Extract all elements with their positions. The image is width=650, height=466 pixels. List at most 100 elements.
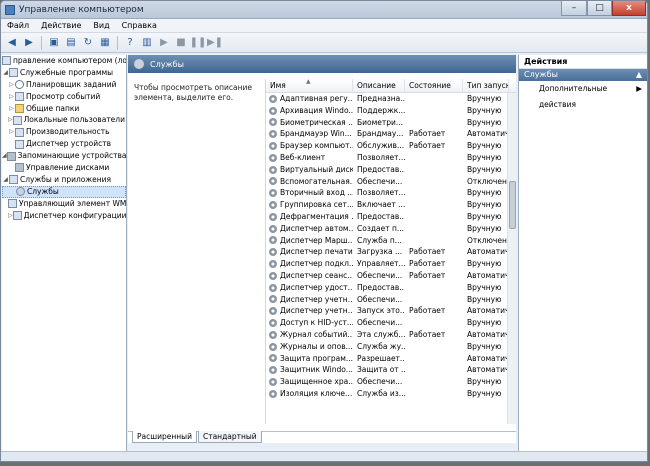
table-row[interactable]: Биометрическая ... Биометри... Вручную <box>266 117 516 129</box>
table-row[interactable]: Защита програм... Разрешает... Автоматичес… <box>266 353 516 365</box>
menu-item[interactable]: Вид <box>87 21 115 30</box>
cell-text: Служба из... <box>357 388 405 398</box>
table-row[interactable]: Диспетчер Марш... Служба п... Отключена <box>266 235 516 247</box>
service-gear-icon <box>269 130 277 139</box>
table-row[interactable]: Журнал событий... Эта служб... Работает Авт… <box>266 329 516 341</box>
table-cell <box>405 388 463 400</box>
tree-item[interactable]: Диспетчер устройств <box>2 138 126 150</box>
tree-item[interactable]: ▷ Локальные пользователи и <box>2 114 126 126</box>
up-folder-icon[interactable]: ▣ <box>47 36 61 50</box>
tree-item[interactable]: ◢ Запоминающие устройства <box>2 150 126 162</box>
actions-group-services[interactable]: Службы ▲ <box>519 69 647 81</box>
restart-service-icon[interactable]: ▶❚ <box>207 36 223 50</box>
start-service-icon[interactable]: ▶ <box>157 36 171 50</box>
column-header[interactable]: Тип запуска <box>463 79 509 93</box>
cell-text: Вручную <box>467 105 502 115</box>
table-row[interactable]: Диспетчер удост... Предостав... Вручную <box>266 282 516 294</box>
table-row[interactable]: Группировка сет... Включает ... Вручную <box>266 199 516 211</box>
table-cell: Браузер компьют... <box>266 140 353 152</box>
table-row[interactable]: Адаптивная регу... Предназна... Вручную <box>266 93 516 105</box>
table-row[interactable]: Диспетчер автом... Создает п... Вручную <box>266 223 516 235</box>
cell-text: Адаптивная регу... <box>280 94 353 103</box>
expand-arrow-icon[interactable]: ▷ <box>8 79 15 91</box>
cell-text: Автоматически <box>467 329 509 339</box>
tree-item[interactable]: Управляющий элемент WM <box>2 198 126 210</box>
table-cell <box>405 164 463 176</box>
tree-item[interactable]: ▷ Планировщик заданий <box>2 79 126 91</box>
table-row[interactable]: Журналы и опов... Служба жу... Вручную <box>266 341 516 353</box>
table-row[interactable]: Диспетчер учетн... Запуск это... Работает А… <box>266 305 516 317</box>
back-arrow-icon[interactable]: ◀ <box>5 36 19 50</box>
gear-icon <box>134 59 144 69</box>
stop-service-icon[interactable]: ■ <box>174 36 188 50</box>
expand-arrow-icon[interactable]: ▷ <box>8 126 15 138</box>
expand-arrow-icon[interactable]: ▷ <box>8 91 15 103</box>
cell-text: Обеспечи... <box>357 318 403 328</box>
expand-arrow-icon[interactable]: ▷ <box>8 103 15 115</box>
cell-text: Диспетчер автом... <box>280 223 353 233</box>
table-cell <box>405 282 463 294</box>
tree-item-label: Локальные пользователи и <box>23 115 127 125</box>
cell-text: Работает <box>409 306 446 316</box>
forward-arrow-icon[interactable]: ▶ <box>22 36 36 50</box>
tree-item[interactable]: ▷ Общие папки <box>2 103 126 115</box>
table-cell <box>405 317 463 329</box>
help-icon[interactable]: ? <box>123 36 137 50</box>
tree-item[interactable]: Управление дисками <box>2 162 126 174</box>
expand-arrow-icon[interactable]: ◢ <box>2 174 9 186</box>
table-row[interactable]: Доступ к HID-уст... Обеспечи... Вручную <box>266 317 516 329</box>
more-actions-item[interactable]: Дополнительные действия ▶ <box>519 81 647 109</box>
table-row[interactable]: Виртуальный диск Предостав... Вручную <box>266 164 516 176</box>
menu-item[interactable]: Действие <box>35 21 87 30</box>
table-row[interactable]: Архивация Windo... Поддержк... Вручную <box>266 105 516 117</box>
service-gear-icon <box>269 295 277 304</box>
column-header[interactable]: Имя ▲ <box>266 79 353 93</box>
tree-item[interactable]: ▷ Производительность <box>2 126 126 138</box>
table-row[interactable]: Диспетчер учетн... Обеспечи... Вручную <box>266 294 516 306</box>
tree-item[interactable]: ◢ Служебные программы <box>2 67 126 79</box>
tree-item[interactable]: ◢ Службы и приложения <box>2 174 126 186</box>
table-row[interactable]: Изоляция ключе... Служба из... Вручную <box>266 388 516 400</box>
clock-icon <box>15 80 24 90</box>
pause-service-icon[interactable]: ❚❚ <box>190 36 207 50</box>
tree-item[interactable]: ▷ Просмотр событий <box>2 91 126 103</box>
close-button[interactable]: x <box>612 1 646 16</box>
tree-item[interactable]: правление компьютером (локаль <box>2 55 126 67</box>
table-row[interactable]: Диспетчер печати Загрузка ... Работает Авто… <box>266 246 516 258</box>
menu-item[interactable]: Файл <box>1 21 35 30</box>
tree-item[interactable]: ▷Диспетчер конфигурации SC <box>2 210 126 222</box>
tree-item[interactable]: Службы <box>2 185 126 198</box>
view-tab[interactable]: Расширенный <box>132 431 197 443</box>
expand-arrow-icon[interactable]: ◢ <box>2 67 9 79</box>
column-header[interactable]: Описание <box>353 79 405 93</box>
properties-icon[interactable]: ▥ <box>140 36 154 50</box>
minimize-button[interactable]: – <box>561 1 587 16</box>
view-tab[interactable]: Стандартный <box>197 431 262 443</box>
menu-item[interactable]: Справка <box>116 21 163 30</box>
table-row[interactable]: Браузер компьют... Обслужив... Работает Вру… <box>266 140 516 152</box>
cell-text: Разрешает... <box>357 353 405 363</box>
table-row[interactable]: Диспетчер подкл... Управляет... Работает Вр… <box>266 258 516 270</box>
refresh-icon[interactable]: ↻ <box>81 36 95 50</box>
show-hide-tree-icon[interactable]: ▤ <box>64 36 78 50</box>
performance-icon <box>15 127 24 137</box>
table-cell: Обслужив... <box>353 140 405 152</box>
vertical-scrollbar[interactable] <box>507 93 516 424</box>
services-header: Службы <box>128 55 516 73</box>
export-list-icon[interactable]: ▦ <box>98 36 112 50</box>
cell-text: Предназна... <box>357 94 405 103</box>
table-row[interactable]: Брандмауэр Win... Брандмау... Работает Авто… <box>266 128 516 140</box>
table-row[interactable]: Защитник Windo... Защита от ... Автоматиче… <box>266 364 516 376</box>
table-row[interactable]: Защищенное хра... Обеспечи... Вручную <box>266 376 516 388</box>
table-row[interactable]: Диспетчер сеанс... Обеспечи... Работает Авт… <box>266 270 516 282</box>
gear-icon <box>16 187 25 197</box>
table-row[interactable]: Вторичный вход ... Позволяет... Вручную <box>266 187 516 199</box>
scrollbar-thumb[interactable] <box>509 181 516 229</box>
cell-text: Архивация Windo... <box>280 105 353 115</box>
column-header[interactable]: Состояние <box>405 79 463 93</box>
table-row[interactable]: Веб-клиент Позволяет... Вручную <box>266 152 516 164</box>
table-row[interactable]: Дефрагментация ... Предостав... Вручную <box>266 211 516 223</box>
table-row[interactable]: Вспомогательная... Обеспечи... Отключена <box>266 176 516 188</box>
maximize-button[interactable]: □ <box>587 1 612 16</box>
tree-item-label: Службы и приложения <box>20 174 111 184</box>
